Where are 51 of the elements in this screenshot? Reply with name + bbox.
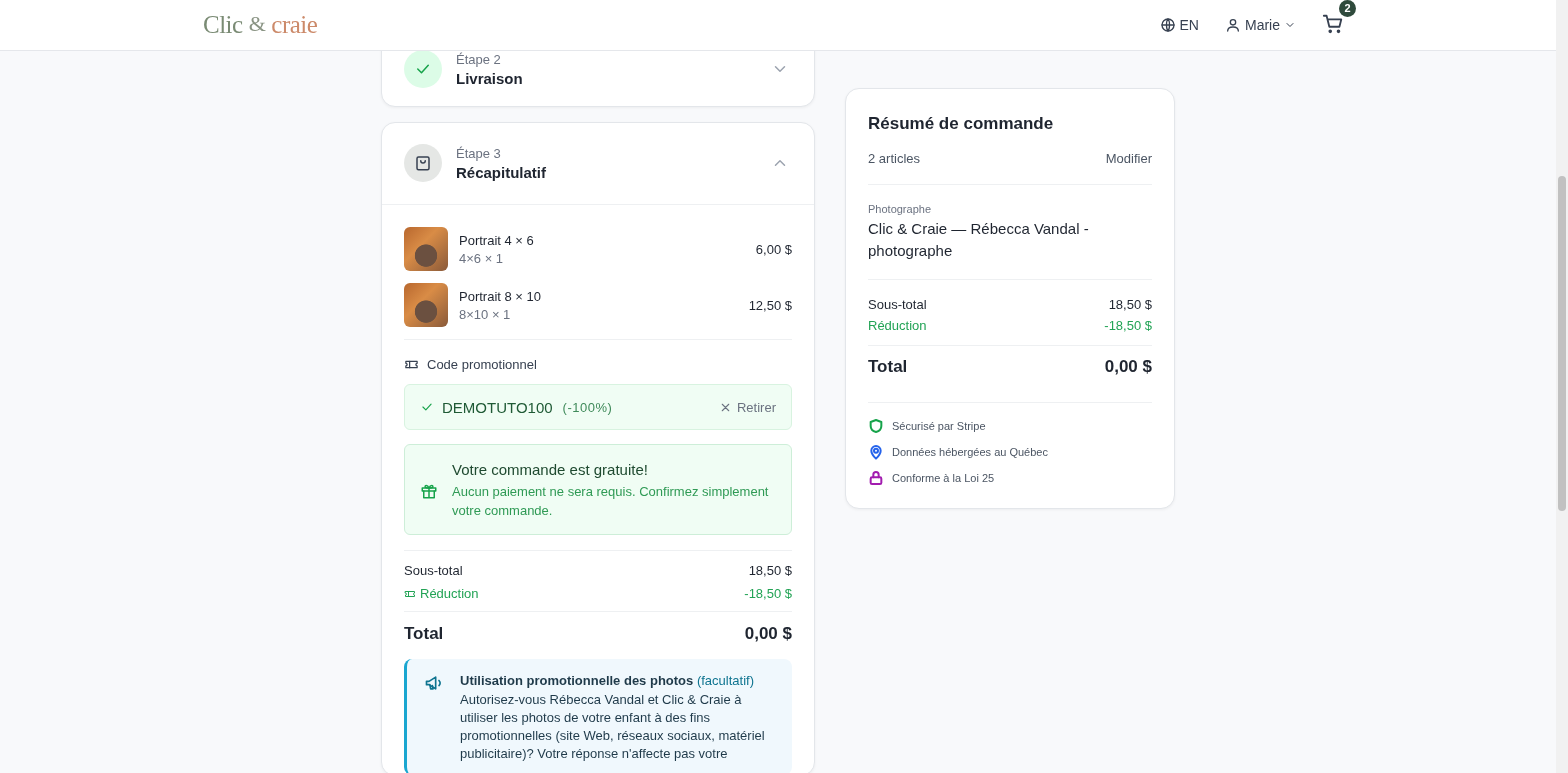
photo-placeholder bbox=[404, 227, 448, 271]
item-price: 6,00 $ bbox=[755, 241, 792, 257]
photographer-label: Photographe bbox=[868, 203, 932, 215]
user-menu-button[interactable]: Marie bbox=[1225, 17, 1296, 33]
trust-badge-text: Conforme à la Loi 25 bbox=[892, 472, 995, 484]
total-label: Sous-total bbox=[868, 297, 927, 312]
total-label: Total bbox=[868, 357, 908, 377]
megaphone-icon bbox=[424, 673, 444, 693]
summary-title: Résumé de commande bbox=[868, 114, 1055, 134]
user-icon bbox=[1225, 17, 1241, 33]
item-price: 12,50 $ bbox=[748, 297, 792, 313]
trust-badge-text: Sécurisé par Stripe bbox=[892, 420, 986, 432]
total-value: 18,50 $ bbox=[1108, 297, 1152, 312]
total-value: 0,00 $ bbox=[744, 624, 792, 644]
promo-discount: (-100%) bbox=[562, 399, 613, 415]
total-label: Sous-total bbox=[404, 563, 463, 578]
total-value: 0,00 $ bbox=[1104, 357, 1152, 377]
total-value: -18,50 $ bbox=[1104, 318, 1152, 333]
scrollbar[interactable] bbox=[1556, 0, 1568, 773]
trust-badge-text: Données hébergées au Québec bbox=[892, 446, 1048, 458]
step-label: Étape 3 bbox=[456, 145, 502, 161]
cart-button[interactable] bbox=[1322, 12, 1344, 35]
total-label: Réduction bbox=[420, 586, 479, 601]
step-title: Livraison bbox=[456, 69, 524, 87]
item-variant: 4×6 × 1 bbox=[459, 250, 505, 266]
photo-placeholder bbox=[404, 283, 448, 327]
total-value: 18,50 $ bbox=[748, 563, 792, 578]
item-name: Portrait 4 × 6 bbox=[459, 232, 535, 248]
item-count: 2 articles bbox=[868, 151, 921, 166]
total-label: Total bbox=[404, 624, 444, 644]
logo[interactable]: Clic & craie bbox=[203, 11, 318, 39]
edit-link[interactable]: Modifier bbox=[1105, 151, 1152, 166]
item-variant: 8×10 × 1 bbox=[459, 306, 512, 322]
consent-text: Autorisez-vous Rébecca Vandal et Clic & Craie à utiliser les photos de votre enfant à des fins promotionnelles (site Web, réseaux sociaux, matériel publicitaire)? Votre réponse n'affecte pas votre bbox=[460, 691, 766, 763]
language-button[interactable]: EN bbox=[1159, 17, 1199, 33]
step-label: Étape 2 bbox=[456, 51, 502, 67]
total-label: Réduction bbox=[868, 318, 927, 333]
notice-title: Votre commande est gratuite! bbox=[452, 461, 649, 478]
step-title: Récapitulatif bbox=[456, 163, 547, 181]
remove-promo-button[interactable]: Retirer bbox=[719, 399, 776, 415]
cart-icon bbox=[1322, 12, 1344, 35]
photographer-name: Clic & Craie — Rébecca Vandal - photographe bbox=[868, 219, 1090, 261]
promo-label: Code promotionnel bbox=[427, 357, 537, 372]
notice-text: Aucun paiement ne sera requis. Confirmez simplement votre commande. bbox=[452, 483, 770, 520]
promo-code: DEMOTUTO100 bbox=[442, 398, 553, 416]
consent-title: Utilisation promotionnelle des photos (facultatif) bbox=[460, 673, 755, 688]
shopping-bag-icon bbox=[414, 154, 432, 172]
globe-icon bbox=[1159, 17, 1176, 33]
item-name: Portrait 8 × 10 bbox=[459, 288, 543, 304]
cart-count-badge: 2 bbox=[1339, 0, 1356, 17]
total-value: -18,50 $ bbox=[744, 586, 792, 601]
